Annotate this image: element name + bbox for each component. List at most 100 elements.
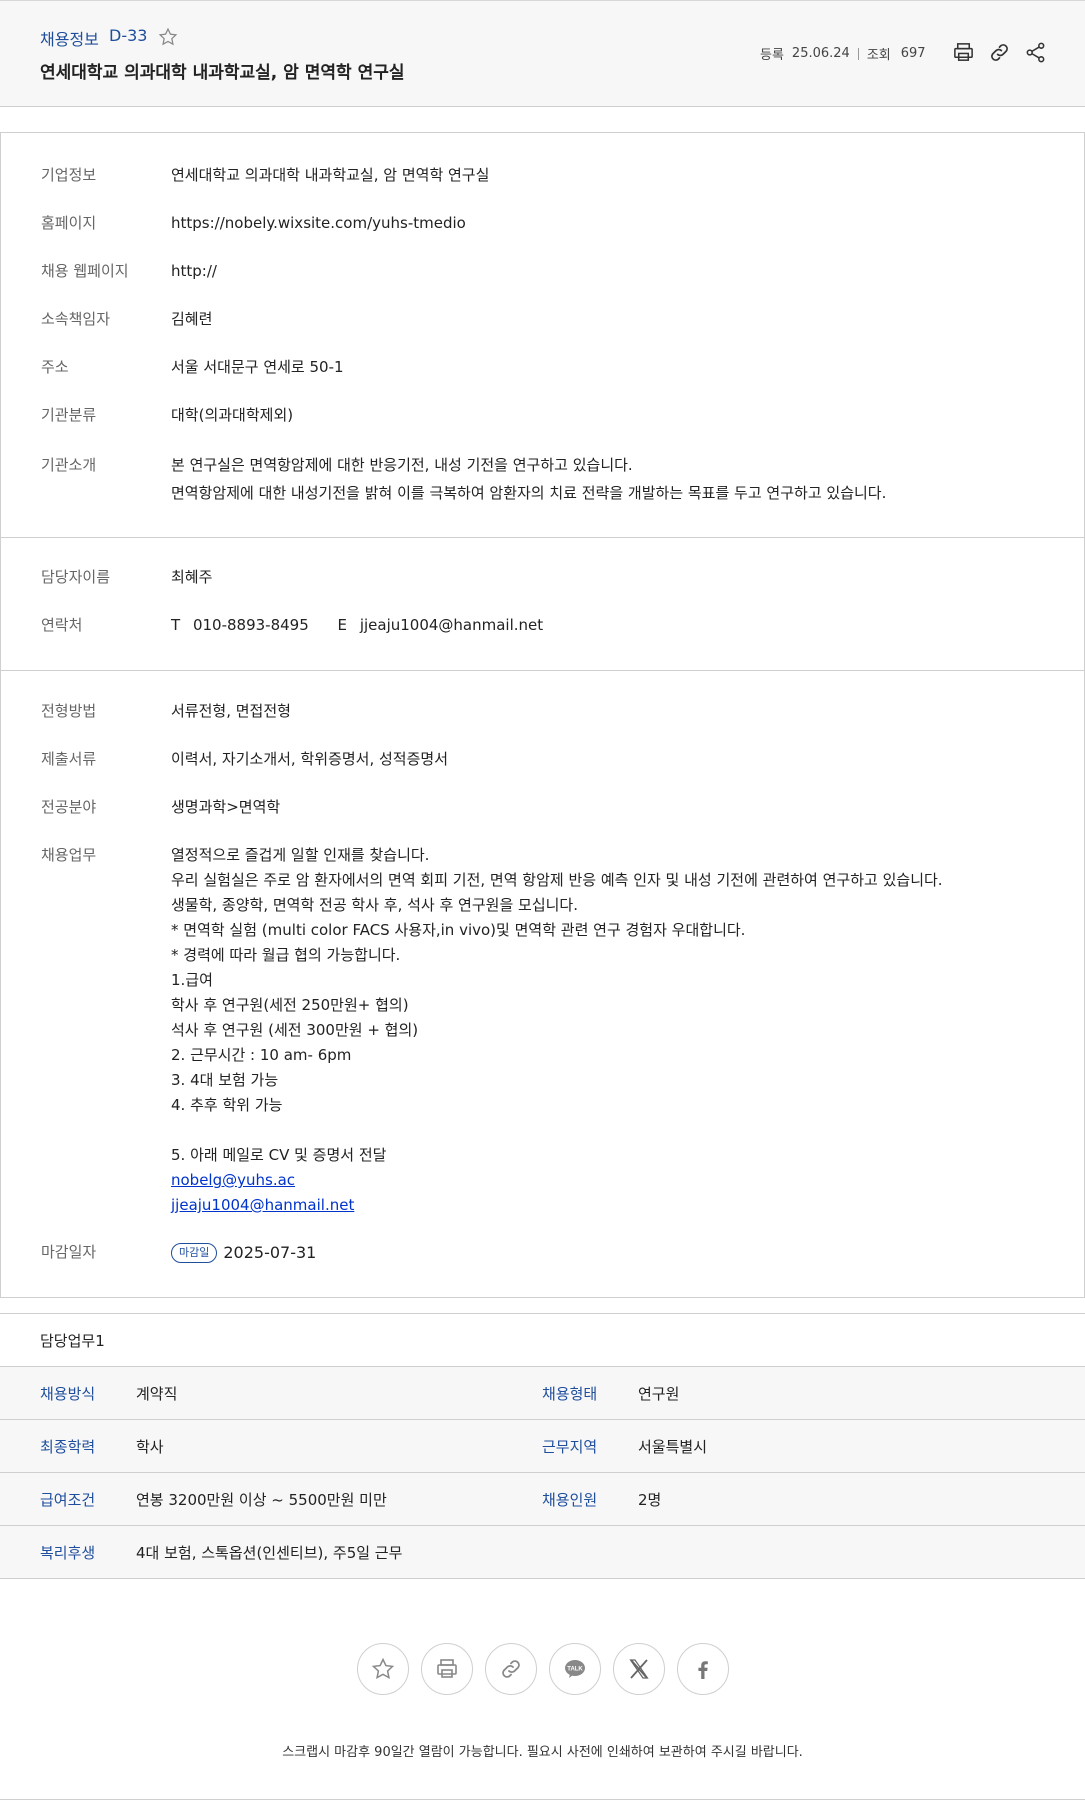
email-prefix: E [337, 616, 348, 634]
category-row: 기관분류 대학(의과대학제외) [41, 403, 293, 428]
major-label: 전공분야 [41, 798, 97, 816]
table-value: 학사 [136, 1438, 164, 1456]
method-label: 전형방법 [41, 702, 97, 720]
print-icon[interactable] [952, 41, 975, 64]
deadline-row: 마감일자 마감일 2025-07-31 [41, 1240, 316, 1265]
duty-line: * 경력에 따라 월급 협의 가능합니다. [171, 946, 401, 964]
kakaotalk-icon: TALK [565, 1660, 585, 1678]
table-label: 급여조건 [40, 1491, 96, 1509]
table-value: 서울특별시 [638, 1438, 708, 1456]
homepage-label: 홈페이지 [41, 214, 97, 232]
contact-panel: 담당자이름 최혜주 연락처 T 010-8893-8495 E jjeaju10… [0, 537, 1085, 671]
x-share-button[interactable] [613, 1643, 665, 1695]
kakaotalk-share-button[interactable]: TALK [549, 1643, 601, 1695]
duty-section-header: 담당업무1 [0, 1313, 1085, 1367]
views-label: 조회 [866, 48, 891, 63]
table-label: 복리후생 [40, 1544, 96, 1562]
manager-value: 김혜련 [171, 310, 213, 328]
duty-table: 채용방식 계약직 채용형태 연구원 최종학력 학사 근무지역 서울특별시 급여조… [0, 1366, 1085, 1579]
duty-line: 2. 근무시간 : 10 am- 6pm [171, 1046, 352, 1064]
docs-label: 제출서류 [41, 750, 97, 768]
duty-line: 4. 추후 학위 가능 [171, 1096, 283, 1114]
duty-text: 열정적으로 즐겁게 일할 인재를 찾습니다. 우리 실험실은 주로 암 환자에서… [171, 843, 943, 1218]
contact-phone-label: 연락처 [41, 616, 83, 634]
email-value: jjeaju1004@hanmail.net [359, 616, 544, 634]
duty-line: 1.급여 [171, 971, 213, 989]
intro-line: 면역항암제에 대한 내성기전을 밝혀 이를 극복하여 암환자의 치료 전략을 개… [171, 484, 887, 502]
duty-line: 우리 실험실은 주로 암 환자에서의 면역 회피 기전, 면역 항암제 반응 예… [171, 871, 943, 889]
major-value: 생명과학>면역학 [171, 798, 281, 816]
meta-divider [857, 47, 859, 60]
major-row: 전공분야 생명과학>면역학 [41, 795, 280, 820]
duty-email-link[interactable]: jjeaju1004@hanmail.net [171, 1196, 354, 1214]
address-value: 서울 서대문구 연세로 50-1 [171, 358, 344, 376]
x-icon [629, 1659, 649, 1679]
homepage-row: 홈페이지 https://nobely.wixsite.com/yuhs-tme… [41, 211, 466, 236]
table-value: 연구원 [638, 1385, 680, 1403]
address-row: 주소 서울 서대문구 연세로 50-1 [41, 355, 344, 380]
table-row: 복리후생 4대 보험, 스톡옵션(인센티브), 주5일 근무 [0, 1526, 1085, 1579]
docs-row: 제출서류 이력서, 자기소개서, 학위증명서, 성적증명서 [41, 747, 448, 772]
duty-section-title: 담당업무1 [40, 1332, 105, 1350]
company-info-value: 연세대학교 의과대학 내과학교실, 암 면역학 연구실 [171, 166, 490, 184]
manager-row: 소속책임자 김혜련 [41, 307, 212, 332]
table-row: 급여조건 연봉 3200만원 이상 ~ 5500만원 미만 채용인원 2명 [0, 1473, 1085, 1526]
registered-label: 등록 [760, 48, 784, 63]
table-value: 계약직 [136, 1385, 178, 1403]
table-value: 연봉 3200만원 이상 ~ 5500만원 미만 [136, 1491, 387, 1509]
duty-line: 열정적으로 즐겁게 일할 인재를 찾습니다. [171, 846, 430, 864]
method-row: 전형방법 서류전형, 면접전형 [41, 699, 291, 724]
deadline-value-group: 마감일 2025-07-31 [171, 1240, 316, 1265]
intro-row: 기관소개 본 연구실은 면역항암제에 대한 반응기전, 내성 기전을 연구하고 … [41, 451, 886, 507]
tel-value: 010-8893-8495 [192, 616, 309, 634]
recruit-page-value[interactable]: http:// [171, 259, 217, 284]
tel-prefix: T [171, 616, 181, 634]
contact-details: T 010-8893-8495 E jjeaju1004@hanmail.net [171, 613, 543, 638]
method-value: 서류전형, 면접전형 [171, 702, 291, 720]
table-label: 채용인원 [542, 1491, 598, 1509]
link-icon[interactable] [988, 41, 1011, 64]
link-icon [502, 1660, 520, 1678]
share-icon[interactable] [1024, 41, 1047, 64]
company-info-panel: 기업정보 연세대학교 의과대학 내과학교실, 암 면역학 연구실 홈페이지 ht… [0, 132, 1085, 538]
docs-value: 이력서, 자기소개서, 학위증명서, 성적증명서 [171, 750, 449, 768]
contact-phone-row: 연락처 T 010-8893-8495 E jjeaju1004@hanmail… [41, 613, 543, 638]
intro-label: 기관소개 [41, 456, 97, 474]
copy-link-button[interactable] [485, 1643, 537, 1695]
contact-name-value: 최혜주 [171, 568, 213, 586]
dday-badge: D-33 [109, 26, 148, 45]
category-tag: 채용정보 [40, 30, 99, 49]
scrap-button[interactable] [357, 1643, 409, 1695]
deadline-label: 마감일자 [41, 1243, 97, 1261]
facebook-share-button[interactable] [677, 1643, 729, 1695]
job-header: 채용정보 D-33 연세대학교 의과대학 내과학교실, 암 면역학 연구실 등록… [0, 0, 1085, 107]
svg-text:TALK: TALK [567, 1667, 583, 1673]
deadline-badge: 마감일 [171, 1242, 218, 1263]
category-label: 기관분류 [41, 406, 97, 424]
manager-label: 소속책임자 [41, 310, 111, 328]
recruit-panel: 전형방법 서류전형, 면접전형 제출서류 이력서, 자기소개서, 학위증명서, … [0, 670, 1085, 1298]
table-label: 채용형태 [542, 1385, 598, 1403]
duty-email-link[interactable]: nobelg@yuhs.ac [171, 1171, 295, 1189]
views-count: 697 [900, 46, 926, 61]
duty-line: 생물학, 종양학, 면역학 전공 학사 후, 석사 후 연구원을 모십니다. [171, 896, 578, 914]
table-row: 최종학력 학사 근무지역 서울특별시 [0, 1420, 1085, 1473]
intro-line: 본 연구실은 면역항암제에 대한 반응기전, 내성 기전을 연구하고 있습니다. [171, 456, 633, 474]
registered-date: 25.06.24 [791, 46, 850, 61]
duty-line: 학사 후 연구원(세전 250만원+ 협의) [171, 996, 409, 1014]
recruit-page-row: 채용 웹페이지 http:// [41, 259, 217, 284]
table-value: 4대 보험, 스톡옵션(인센티브), 주5일 근무 [136, 1544, 403, 1562]
homepage-value[interactable]: https://nobely.wixsite.com/yuhs-tmedio [171, 211, 466, 236]
star-icon[interactable] [158, 27, 178, 47]
contact-name-row: 담당자이름 최혜주 [41, 565, 212, 590]
header-actions [952, 41, 1047, 64]
duty-line: 3. 4대 보험 가능 [171, 1071, 279, 1089]
bottom-divider [0, 1799, 1085, 1800]
star-icon [371, 1657, 395, 1680]
print-button[interactable] [421, 1643, 473, 1695]
duty-label: 채용업무 [41, 846, 97, 864]
table-row: 채용방식 계약직 채용형태 연구원 [0, 1367, 1085, 1420]
company-info-row: 기업정보 연세대학교 의과대학 내과학교실, 암 면역학 연구실 [41, 163, 489, 188]
deadline-date: 2025-07-31 [223, 1243, 317, 1262]
duty-blank-line [171, 1118, 943, 1143]
